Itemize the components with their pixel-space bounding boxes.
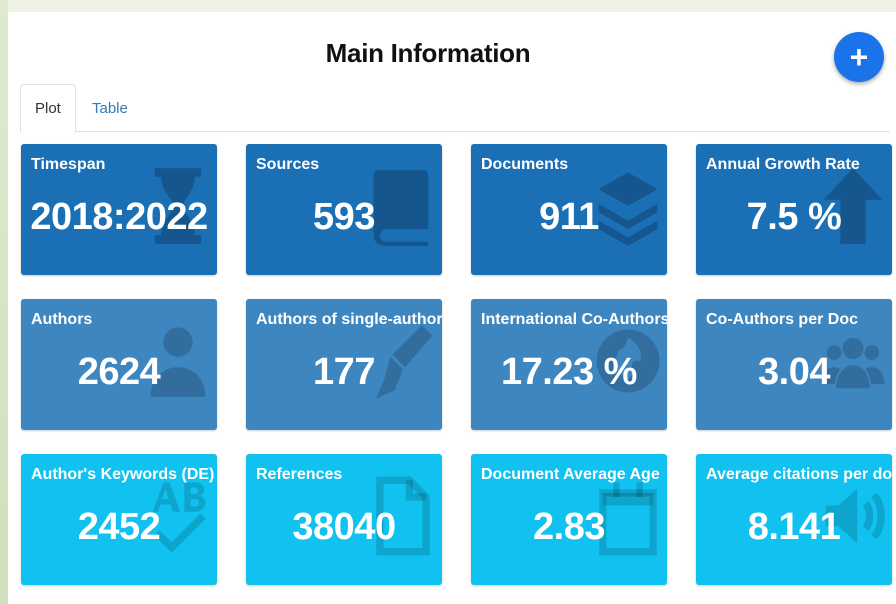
card-co-authors-per-doc: Co-Authors per Doc 3.04 [696, 299, 892, 430]
card-value: 8.141 [747, 506, 841, 548]
card-value: 911 [539, 196, 599, 238]
card-value: 2018:2022 [30, 196, 208, 238]
plus-icon: + [849, 39, 869, 75]
card-label: Sources [256, 156, 320, 173]
card-value: 177 [313, 351, 375, 393]
card-value: 593 [313, 196, 375, 238]
card-single-authored-docs: Authors of single-authored Docs 177 [246, 299, 442, 430]
card-sources: Sources 593 [246, 144, 442, 275]
card-value: 2.83 [533, 506, 605, 548]
card-timespan: Timespan 2018:2022 [21, 144, 217, 275]
card-label: Authors [31, 311, 93, 328]
card-label: Annual Growth Rate [706, 156, 860, 173]
card-international-co-authorship: International Co-Authorship 17.23 % [471, 299, 667, 430]
tab-table[interactable]: Table [78, 84, 142, 133]
card-value: 7.5 % [746, 196, 842, 238]
tab-plot[interactable]: Plot [20, 84, 76, 133]
card-references: References 38040 [246, 454, 442, 585]
card-label: References [256, 466, 343, 483]
card-label: Authors of single-authored Docs [256, 311, 442, 328]
add-button[interactable]: + [834, 32, 884, 82]
card-label: Average citations per doc [706, 466, 892, 483]
card-label: Document Average Age [481, 466, 660, 483]
page-title: Main Information [325, 38, 531, 68]
card-authors: Authors 2624 [21, 299, 217, 430]
card-value: 38040 [292, 506, 396, 548]
card-average-citations-per-doc: Average citations per doc 8.141 [696, 454, 892, 585]
card-label: International Co-Authorship [481, 311, 667, 328]
card-value: 2624 [77, 351, 161, 393]
card-label: Co-Authors per Doc [706, 311, 858, 328]
card-value: 3.04 [758, 351, 830, 393]
card-label: Timespan [31, 156, 106, 173]
card-label: Author's Keywords (DE) [31, 466, 215, 483]
card-documents: Documents 911 [471, 144, 667, 275]
card-label: Documents [481, 156, 569, 173]
card-value: 2452 [77, 506, 161, 548]
card-document-average-age: Document Average Age 2.83 [471, 454, 667, 585]
card-annual-growth-rate: Annual Growth Rate 7.5 % [696, 144, 892, 275]
card-value: 17.23 % [501, 351, 637, 393]
main-information-panel: Main Information + Plot Table Timespan 2… [8, 12, 896, 604]
page-background [0, 0, 8, 604]
tab-bar: Plot Table [20, 84, 890, 133]
card-authors-keywords: Author's Keywords (DE) 2452 [21, 454, 217, 585]
